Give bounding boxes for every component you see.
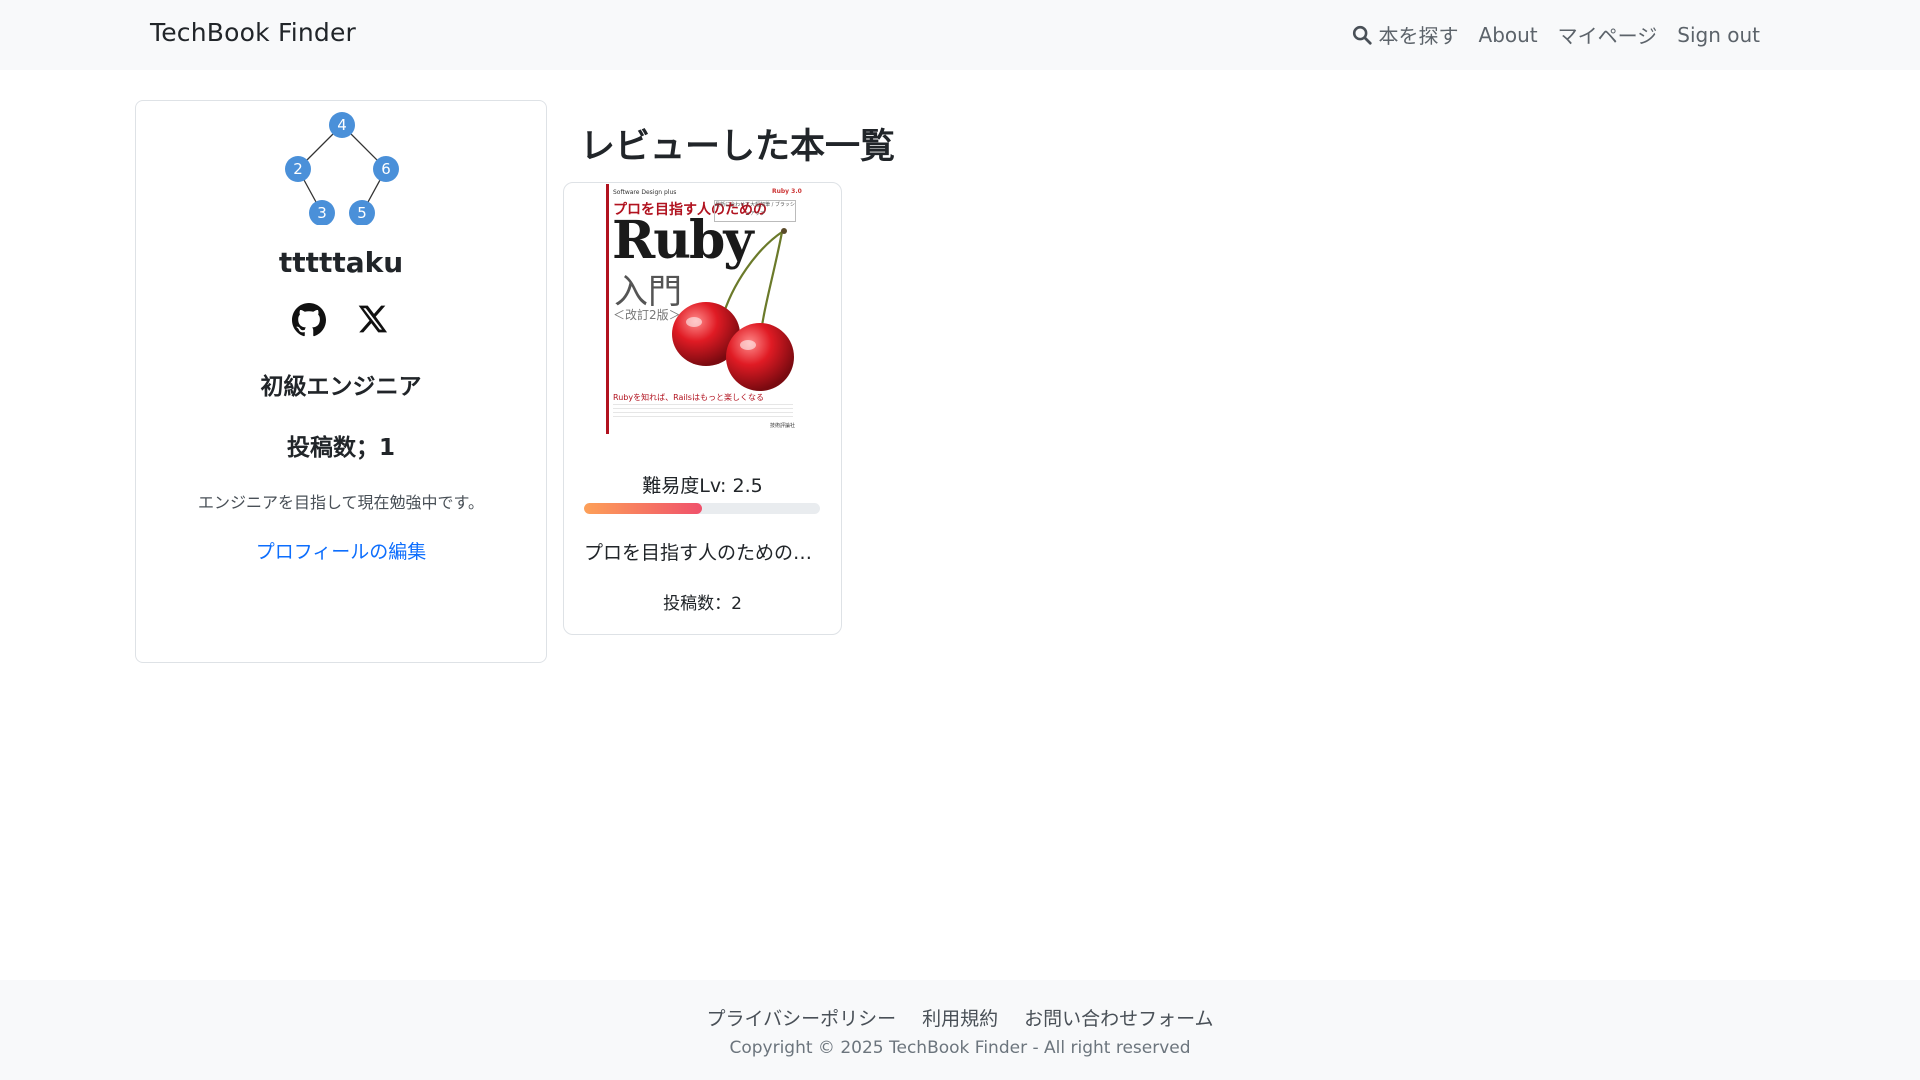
nav-search-label: 本を探す bbox=[1378, 24, 1459, 48]
cover-description-lines bbox=[613, 404, 793, 418]
page-title: レビューした本一覧 bbox=[580, 127, 896, 167]
cherries-illustration bbox=[672, 228, 794, 391]
book-title[interactable]: プロを目指す人のためのRuby入門 bbox=[584, 538, 820, 565]
github-icon[interactable] bbox=[292, 303, 326, 337]
nav-search-link[interactable]: 本を探す bbox=[1351, 20, 1459, 49]
x-twitter-icon[interactable] bbox=[356, 303, 390, 337]
username: tttttaku bbox=[278, 246, 404, 279]
profile-card: 4 2 6 3 5 tttttaku 初級エンジニア 投稿数；1 エンジニアを目… bbox=[135, 100, 547, 663]
tree-node-label: 2 bbox=[293, 160, 303, 178]
edit-profile-link[interactable]: プロフィールの編集 bbox=[136, 537, 546, 564]
difficulty-progress-bar bbox=[584, 503, 820, 514]
contact-form-link[interactable]: お問い合わせフォーム bbox=[1024, 1004, 1213, 1031]
nav-links: 本を探す About マイページ Sign out bbox=[1351, 20, 1760, 49]
book-card[interactable]: Software Design plus Ruby 3.0 プロを目指す人のため… bbox=[563, 182, 842, 635]
footer-links: プライバシーポリシー 利用規約 お問い合わせフォーム bbox=[0, 1004, 1920, 1031]
nav-signout-link[interactable]: Sign out bbox=[1677, 23, 1760, 47]
privacy-policy-link[interactable]: プライバシーポリシー bbox=[706, 1004, 896, 1031]
copyright: Copyright © 2025 TechBook Finder - All r… bbox=[729, 1038, 1191, 1058]
nav-about-link[interactable]: About bbox=[1479, 23, 1538, 47]
book-cover-image[interactable]: Software Design plus Ruby 3.0 プロを目指す人のため… bbox=[602, 184, 806, 434]
social-links bbox=[136, 303, 546, 337]
nav-mypage-link[interactable]: マイページ bbox=[1558, 20, 1658, 49]
cover-publisher: 技術評論社 bbox=[770, 423, 796, 429]
brand-link[interactable]: TechBook Finder bbox=[150, 18, 356, 47]
post-count: 投稿数；1 bbox=[286, 435, 395, 461]
cover-spine-bar bbox=[606, 184, 609, 434]
cover-badge: Ruby 3.0 bbox=[772, 188, 802, 195]
cover-series: Software Design plus bbox=[613, 189, 677, 196]
tree-node-label: 6 bbox=[381, 160, 391, 178]
book-post-count: 投稿数：2 bbox=[663, 594, 742, 614]
tree-node-label: 3 bbox=[317, 204, 327, 222]
difficulty-progress-fill bbox=[584, 503, 702, 514]
tree-node-label: 5 bbox=[357, 204, 367, 222]
cover-tagline: Rubyを知れば、Railsはもっと楽しくなる bbox=[613, 393, 764, 402]
difficulty-label: 難易度Lv: 2.5 bbox=[642, 475, 763, 497]
rank-title: 初級エンジニア bbox=[260, 374, 422, 400]
tree-node-label: 4 bbox=[337, 116, 347, 134]
search-icon bbox=[1352, 25, 1372, 45]
terms-link[interactable]: 利用規約 bbox=[922, 1004, 998, 1031]
binary-tree-avatar: 4 2 6 3 5 bbox=[285, 112, 399, 225]
profile-bio: エンジニアを目指して現在勉強中です。 bbox=[198, 493, 484, 512]
footer: プライバシーポリシー 利用規約 お問い合わせフォーム Copyright © 2… bbox=[0, 980, 1920, 1080]
navbar: TechBook Finder 本を探す About マイページ Sign ou… bbox=[0, 0, 1920, 70]
